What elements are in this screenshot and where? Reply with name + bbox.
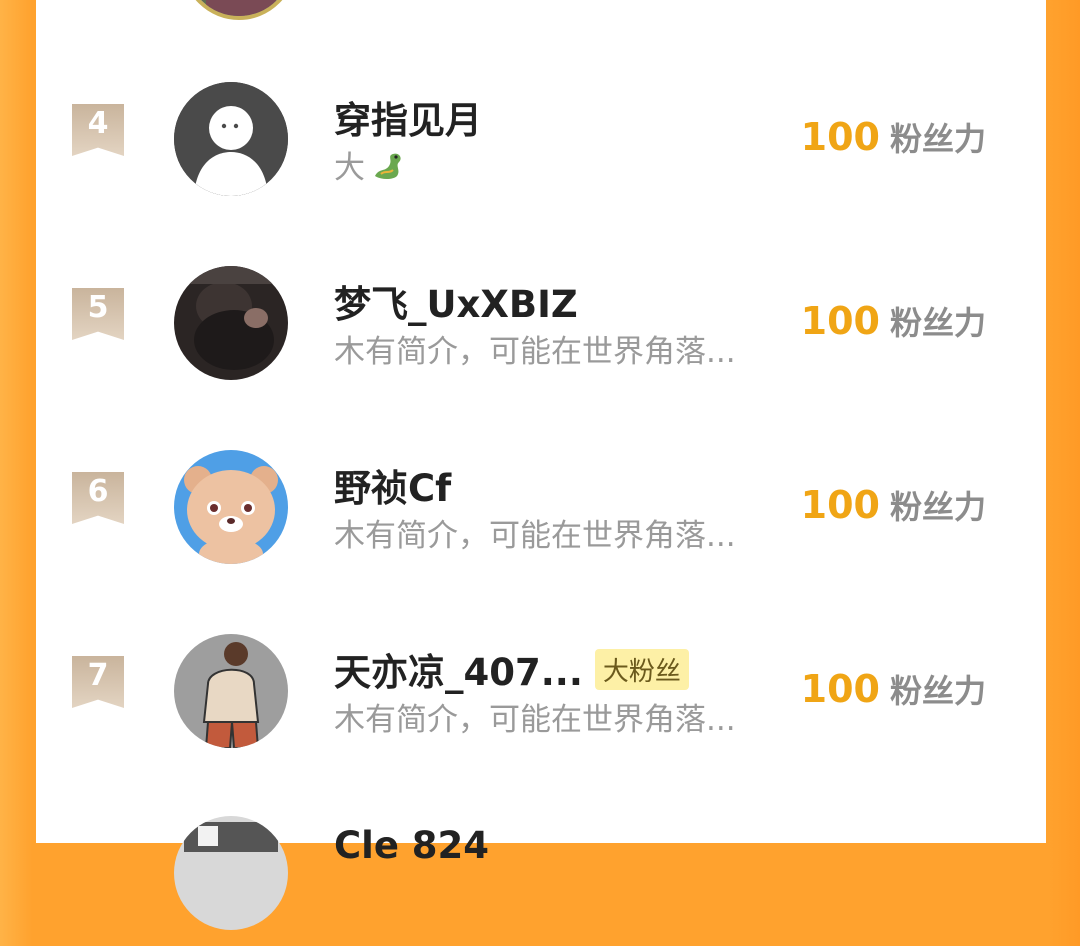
dragon-emoji-icon [371, 150, 407, 182]
user-name-text: 天亦凉_407... [334, 651, 583, 694]
user-bio: 木有简介，可能在世界角落... [334, 702, 736, 738]
user-bio: 大 [334, 142, 407, 187]
rank-badge: 5 [72, 288, 124, 340]
fan-score: 100 粉丝力 [801, 298, 986, 344]
rank-badge: 7 [72, 656, 124, 708]
avatar[interactable] [174, 82, 288, 196]
user-bio: 木有简介，可能在世界角落... [334, 518, 736, 554]
bio-text: 大 [334, 150, 365, 186]
previous-entry-avatar[interactable] [182, 0, 296, 20]
ranking-row[interactable]: Cle 824 [36, 796, 1046, 946]
avatar[interactable] [174, 450, 288, 564]
user-name[interactable]: 穿指见月 [334, 90, 482, 144]
ranking-row[interactable]: 6 野祯Cf 木有简介，可能在世界角落... 100 粉丝力 [36, 430, 1046, 580]
score-unit: 粉丝力 [889, 488, 986, 526]
user-name[interactable]: 天亦凉_407... 大粉丝 [334, 642, 689, 696]
fan-ranking-panel: 4 穿指见月 大 100 粉丝力 5 梦飞_UxXBIZ 木有简介，可能在世界角… [36, 0, 1046, 930]
avatar[interactable] [174, 266, 288, 380]
avatar[interactable] [174, 634, 288, 748]
score-value: 100 [800, 115, 880, 159]
user-name[interactable]: 野祯Cf [334, 458, 451, 512]
fan-score: 100 粉丝力 [801, 482, 986, 528]
ranking-row[interactable]: 4 穿指见月 大 100 粉丝力 [36, 62, 1046, 212]
big-fan-badge: 大粉丝 [594, 649, 689, 690]
user-name[interactable]: 梦飞_UxXBIZ [334, 274, 578, 328]
user-bio: 木有简介，可能在世界角落... [334, 334, 736, 370]
ranking-row[interactable]: 5 梦飞_UxXBIZ 木有简介，可能在世界角落... 100 粉丝力 [36, 246, 1046, 396]
fan-score: 100 粉丝力 [801, 666, 986, 712]
score-value: 100 [800, 299, 880, 343]
user-name[interactable]: Cle 824 [334, 824, 489, 867]
score-value: 100 [800, 667, 880, 711]
avatar[interactable] [174, 816, 288, 930]
score-unit: 粉丝力 [889, 304, 986, 342]
score-unit: 粉丝力 [889, 120, 986, 158]
ranking-row[interactable]: 7 天亦凉_407... 大粉丝 木有简介，可能在世界角落... 100 粉丝力 [36, 614, 1046, 764]
fan-score: 100 粉丝力 [801, 114, 986, 160]
rank-badge: 4 [72, 104, 124, 156]
score-value: 100 [800, 483, 880, 527]
score-unit: 粉丝力 [889, 672, 986, 710]
rank-badge: 6 [72, 472, 124, 524]
